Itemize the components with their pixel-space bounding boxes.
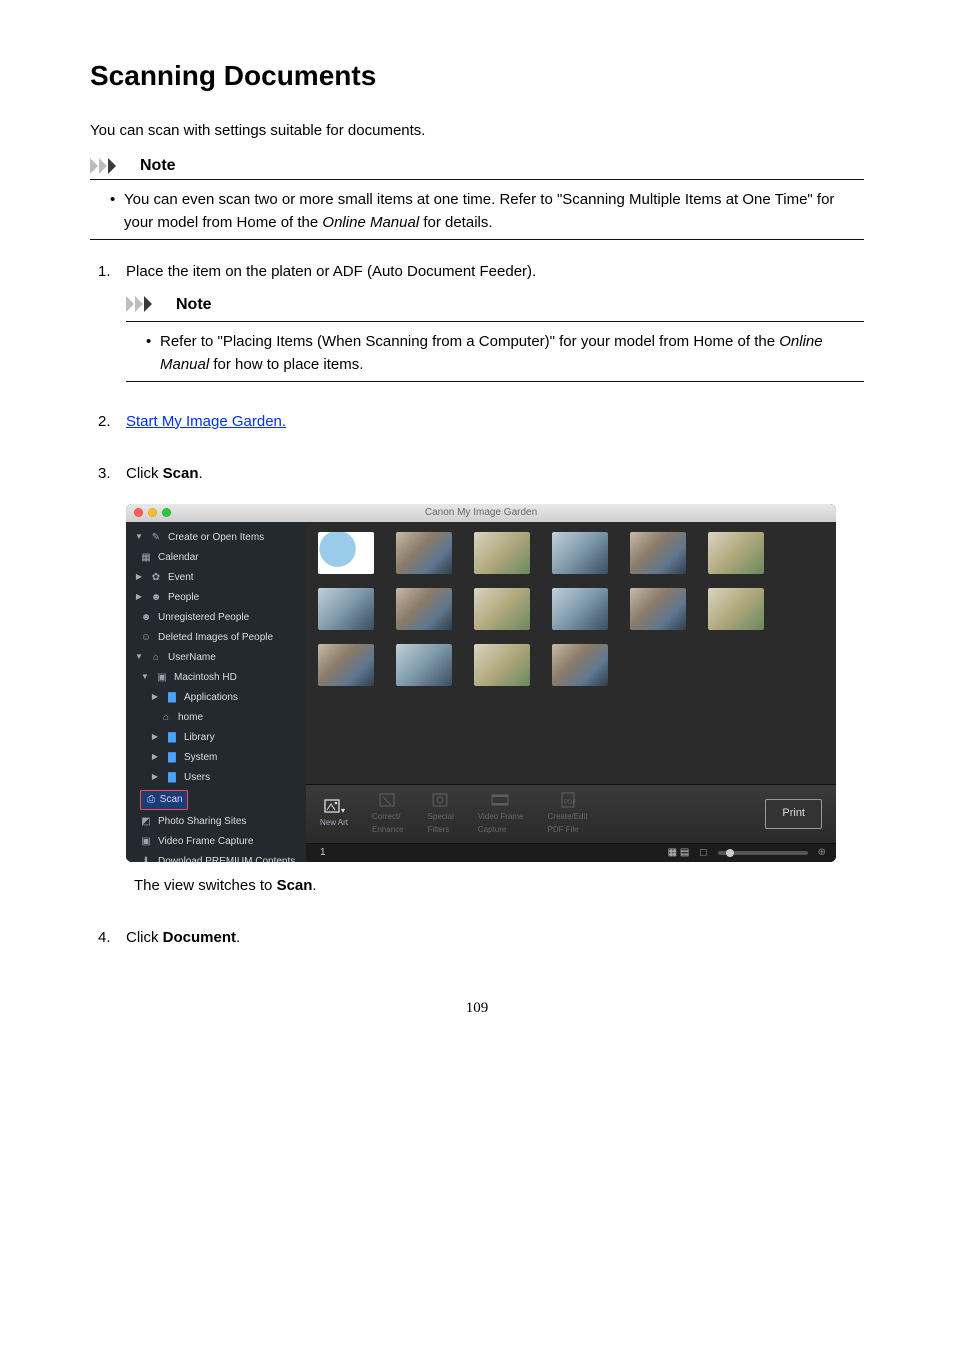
thumbnail[interactable] [552,588,608,630]
svg-text:PDF: PDF [564,800,576,806]
thumbnail[interactable] [552,644,608,686]
tool-new-art[interactable]: ▾ New Art [320,797,348,830]
sidebar-item-people[interactable]: ▶☻People [130,588,302,608]
thumbnail[interactable] [708,588,764,630]
sidebar-item-library[interactable]: ▶▇Library [130,728,302,748]
start-my-image-garden-link[interactable]: Start My Image Garden. [126,413,286,430]
view-grid-icon[interactable]: ▦ ▤ [668,845,690,861]
thumbnail[interactable] [552,532,608,574]
sidebar-item-photo-sharing[interactable]: ◩Photo Sharing Sites [130,812,302,832]
step-3-text: Click Scan. [126,465,203,482]
note-block: Note • You can even scan two or more sma… [90,157,864,240]
sidebar-item-scan[interactable]: ⎙ Scan [130,788,302,812]
bottom-toolbar: ▾ New Art Correct/ Enhance Special Filte… [306,784,836,844]
svg-text:▾: ▾ [341,806,345,815]
sidebar-item-users[interactable]: ▶▇Users [130,768,302,788]
note-block: Note • Refer to "Placing Items (When Sca… [126,292,864,382]
sidebar-item-system[interactable]: ▶▇System [130,748,302,768]
note-chevrons-icon [90,158,134,174]
item-count: 1 [320,845,326,861]
window-title: Canon My Image Garden [126,505,836,521]
divider [90,239,864,240]
thumbnail[interactable] [474,644,530,686]
tool-video-frame-capture[interactable]: Video Frame Capture [478,791,524,837]
thumbnail[interactable] [630,588,686,630]
thumbnail[interactable] [708,532,764,574]
tool-correct-enhance[interactable]: Correct/ Enhance [372,791,404,837]
print-button[interactable]: Print [765,799,822,829]
sidebar-item-applications[interactable]: ▶▇Applications [130,688,302,708]
divider [90,179,864,180]
thumbnail[interactable] [474,532,530,574]
thumbnail[interactable] [396,588,452,630]
zoom-out-icon[interactable]: ◻ [699,845,707,861]
note-label: Note [140,157,176,175]
thumbnail[interactable] [474,588,530,630]
zoom-slider[interactable] [718,851,808,855]
bullet-icon: • [146,330,152,377]
note-chevrons-icon [126,296,170,312]
step-1: Place the item on the platen or ADF (Aut… [98,260,864,382]
thumbnail[interactable] [318,532,374,574]
app-screenshot: Canon My Image Garden ▼✎Create or Open I… [126,504,836,862]
thumbnail[interactable] [318,644,374,686]
bullet-icon: • [110,188,116,235]
sidebar-item-home[interactable]: ⌂home [130,708,302,728]
step-2: Start My Image Garden. [98,410,864,434]
thumbnail[interactable] [396,532,452,574]
step-1-text: Place the item on the platen or ADF (Aut… [126,263,536,280]
step-3-result: The view switches to Scan. [134,874,864,898]
step-4: Click Document. [98,926,864,950]
sidebar: ▼✎Create or Open Items ▦Calendar ▶✿Event… [126,522,306,862]
sidebar-item-video-frame[interactable]: ▣Video Frame Capture [130,832,302,852]
note-text: You can even scan two or more small item… [124,188,864,235]
sidebar-item-event[interactable]: ▶✿Event [130,568,302,588]
sidebar-item-download-premium[interactable]: ⬇Download PREMIUM Contents [130,852,302,862]
thumbnail[interactable] [396,644,452,686]
divider [126,381,864,382]
step-3: Click Scan. Canon My Image Garden ▼✎Crea… [98,462,864,898]
step-4-text: Click Document. [126,929,240,946]
window-titlebar: Canon My Image Garden [126,504,836,522]
thumbnail[interactable] [630,532,686,574]
note-text: Refer to "Placing Items (When Scanning f… [160,330,864,377]
divider [126,321,864,322]
intro-text: You can scan with settings suitable for … [90,122,864,139]
thumbnail[interactable] [318,588,374,630]
tool-create-edit-pdf[interactable]: PDF Create/Edit PDF File [548,791,588,837]
page-number: 109 [90,1000,864,1017]
sidebar-item-unreg-people[interactable]: ☻Unregistered People [130,608,302,628]
status-bar: 1 ▦ ▤ ◻ ⊕ [306,844,836,862]
zoom-in-icon[interactable]: ⊕ [818,845,826,861]
page-title: Scanning Documents [90,60,864,92]
sidebar-item-username[interactable]: ▼⌂UserName [130,648,302,668]
content-area: ▾ New Art Correct/ Enhance Special Filte… [306,522,836,862]
sidebar-item-create[interactable]: ▼✎Create or Open Items [130,528,302,548]
sidebar-item-calendar[interactable]: ▦Calendar [130,548,302,568]
sidebar-item-deleted-people[interactable]: ☺Deleted Images of People [130,628,302,648]
tool-special-filters[interactable]: Special Filters [428,791,454,837]
sidebar-item-macintosh-hd[interactable]: ▼▣Macintosh HD [130,668,302,688]
note-label: Note [176,292,212,318]
